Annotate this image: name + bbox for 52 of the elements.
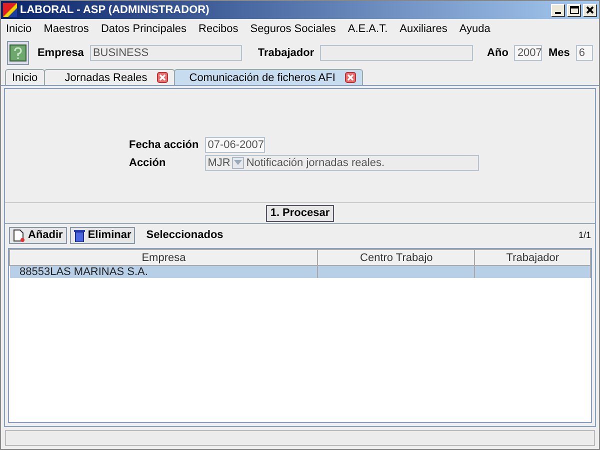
menu-item[interactable]: Ayuda — [459, 22, 490, 34]
window-title: LABORAL - ASP (ADMINISTRADOR) — [20, 4, 210, 16]
field-label: Fecha acción — [129, 138, 199, 150]
menu-item[interactable]: Inicio — [6, 22, 32, 34]
action-field[interactable]: MJR Notificación jornadas reales. — [204, 154, 479, 170]
trabajador-field[interactable] — [320, 45, 474, 61]
menu-item[interactable]: Recibos — [198, 22, 238, 34]
maximize-icon — [570, 6, 578, 14]
year-field[interactable]: 2007 — [514, 45, 542, 61]
menu-item[interactable]: A.E.A.T. — [348, 22, 388, 34]
empresa-field[interactable]: BUSINESS — [90, 45, 242, 61]
logo-icon — [3, 3, 17, 17]
tab-label: Comunicación de ficheros AFI — [189, 72, 336, 84]
menu-item[interactable]: Maestros — [44, 22, 89, 34]
page-counter: 1/1 — [578, 230, 591, 240]
tab-label: Jornadas Reales — [64, 72, 148, 84]
column-header[interactable]: Centro Trabajo — [318, 250, 475, 266]
field-label: Acción — [129, 156, 167, 168]
help-icon — [9, 44, 28, 62]
new-document-icon — [13, 228, 25, 242]
process-button[interactable]: 1. Procesar — [266, 204, 334, 222]
field-label: Año — [487, 47, 508, 59]
maximize-button[interactable] — [567, 4, 581, 16]
tab[interactable]: Comunicación de ficheros AFI — [174, 69, 364, 85]
minimize-button[interactable] — [551, 4, 565, 16]
menu-item[interactable]: Datos Principales — [100, 22, 187, 34]
delete-button[interactable]: Eliminar — [70, 226, 136, 244]
field-label: Empresa — [37, 47, 84, 59]
column-header[interactable]: Empresa — [10, 250, 318, 266]
tab-label: Inicio — [12, 72, 38, 84]
close-tab-icon[interactable] — [157, 72, 168, 83]
table-row[interactable]: 88553LAS MARINAS S.A. — [10, 266, 590, 278]
field-label: Mes — [548, 47, 570, 59]
help-button[interactable] — [7, 41, 30, 65]
close-tab-icon[interactable] — [345, 72, 356, 83]
close-icon — [586, 6, 594, 14]
column-header[interactable]: Trabajador — [474, 250, 590, 266]
tab[interactable]: Jornadas Reales — [44, 69, 176, 85]
action-description: Notificación jornadas reales. — [246, 156, 384, 170]
list-title: Seleccionados — [146, 229, 224, 241]
trash-icon — [74, 228, 85, 242]
field-label: Trabajador — [258, 47, 314, 59]
table-cell: 88553LAS MARINAS S.A. — [10, 266, 318, 278]
tab[interactable]: Inicio — [5, 69, 45, 85]
date-field[interactable]: 07-06-2007 — [204, 136, 265, 152]
menu-item[interactable]: Seguros Sociales — [250, 22, 336, 34]
add-button[interactable]: Añadir — [9, 226, 67, 244]
month-field[interactable]: 6 — [576, 45, 593, 61]
action-code: MJR — [208, 156, 230, 170]
minimize-icon — [555, 12, 561, 14]
close-button[interactable] — [583, 4, 597, 16]
menu-item[interactable]: Auxiliares — [400, 22, 448, 34]
